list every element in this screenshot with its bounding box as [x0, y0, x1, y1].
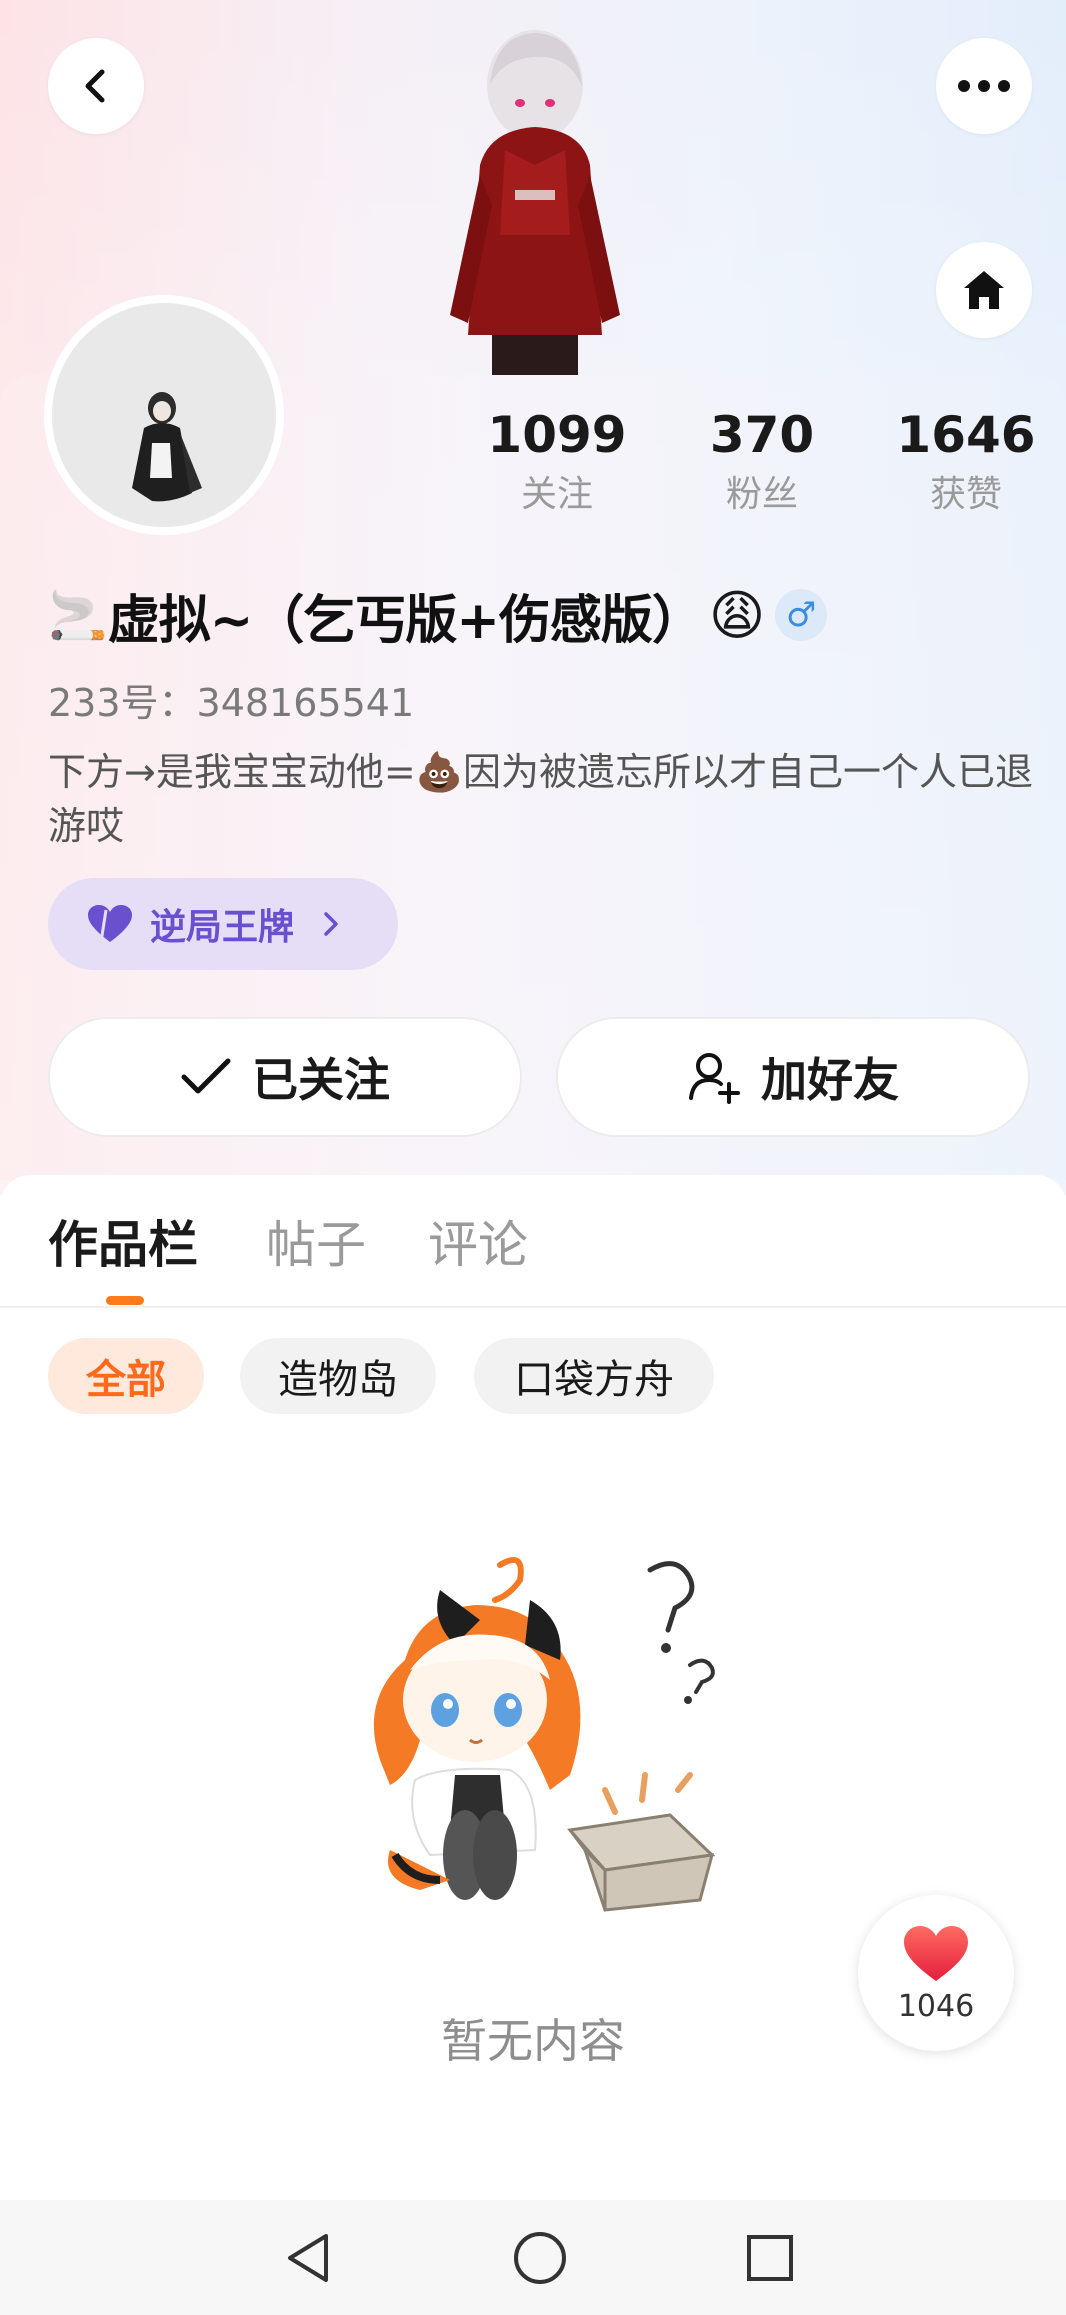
- tab-posts[interactable]: 帖子: [266, 1205, 366, 1277]
- tab-comments[interactable]: 评论: [428, 1205, 528, 1277]
- username: 虚拟~（乞丐版+伤感版）: [107, 590, 704, 651]
- stat-likes[interactable]: 1646 获赞: [866, 405, 1066, 517]
- filter-all[interactable]: 全部: [48, 1338, 204, 1414]
- nav-home-button[interactable]: [510, 2228, 570, 2288]
- cover-character-image: [450, 30, 620, 375]
- stat-value: 370: [709, 406, 815, 464]
- following-button[interactable]: 已关注: [48, 1017, 522, 1137]
- heart-badge-icon: [88, 905, 132, 943]
- empty-state-illustration: [373, 1557, 716, 1912]
- add-friend-label: 加好友: [761, 1053, 899, 1107]
- badge-label: 逆局王牌: [150, 907, 295, 948]
- stat-label: 关注: [520, 474, 593, 515]
- filter-pocket-ark[interactable]: 口袋方舟: [474, 1338, 714, 1414]
- tab-divider: [0, 1306, 1066, 1308]
- chevron-left-icon: [85, 69, 105, 103]
- user-id[interactable]: 233号：348165541: [48, 672, 414, 727]
- following-label: 已关注: [252, 1053, 390, 1107]
- like-button[interactable]: 1046: [858, 1895, 1014, 2051]
- bio: 下方→是我宝宝动他=💩因为被遗忘所以才自己一个人已退游哎: [48, 750, 1033, 848]
- stat-label: 粉丝: [725, 474, 798, 515]
- stat-value: 1646: [896, 406, 1036, 464]
- add-user-icon: [689, 1053, 740, 1104]
- rank-badge-button[interactable]: 逆局王牌: [48, 878, 398, 970]
- home-icon: [964, 271, 1004, 309]
- chevron-right-icon: [324, 912, 338, 936]
- tab-indicator: [106, 1296, 144, 1305]
- weary-face-emoji: 😩: [708, 583, 766, 647]
- tab-works[interactable]: 作品栏: [48, 1205, 198, 1277]
- square-recents-icon: [747, 2235, 793, 2281]
- nav-back-button[interactable]: [278, 2228, 338, 2288]
- stat-fans[interactable]: 370 粉丝: [662, 405, 862, 517]
- gender-male-icon: ♂: [775, 589, 828, 641]
- stat-following[interactable]: 1099 关注: [457, 405, 657, 517]
- add-friend-button[interactable]: 加好友: [556, 1017, 1030, 1137]
- check-icon: [181, 1058, 231, 1094]
- more-options-button[interactable]: [936, 38, 1032, 134]
- more-horizontal-icon: [958, 80, 1010, 92]
- home-button[interactable]: [936, 242, 1032, 338]
- stat-value: 1099: [487, 406, 627, 464]
- cigarette-emoji: 🚬: [48, 587, 108, 644]
- filter-creation-island[interactable]: 造物岛: [240, 1338, 436, 1414]
- nav-recents-button[interactable]: [740, 2228, 800, 2288]
- triangle-back-icon: [288, 2234, 328, 2282]
- avatar-image: [132, 392, 202, 502]
- username-row: 🚬 虚拟~（乞丐版+伤感版） 😩 ♂: [48, 580, 828, 651]
- gender-symbol: ♂: [785, 595, 817, 635]
- system-navigation-bar: [0, 2200, 1066, 2315]
- avatar[interactable]: [52, 303, 276, 527]
- stat-label: 获赞: [929, 474, 1002, 515]
- back-button[interactable]: [48, 38, 144, 134]
- heart-icon: [904, 1925, 968, 1981]
- like-count: 1046: [897, 1988, 975, 2024]
- circle-home-icon: [514, 2232, 566, 2284]
